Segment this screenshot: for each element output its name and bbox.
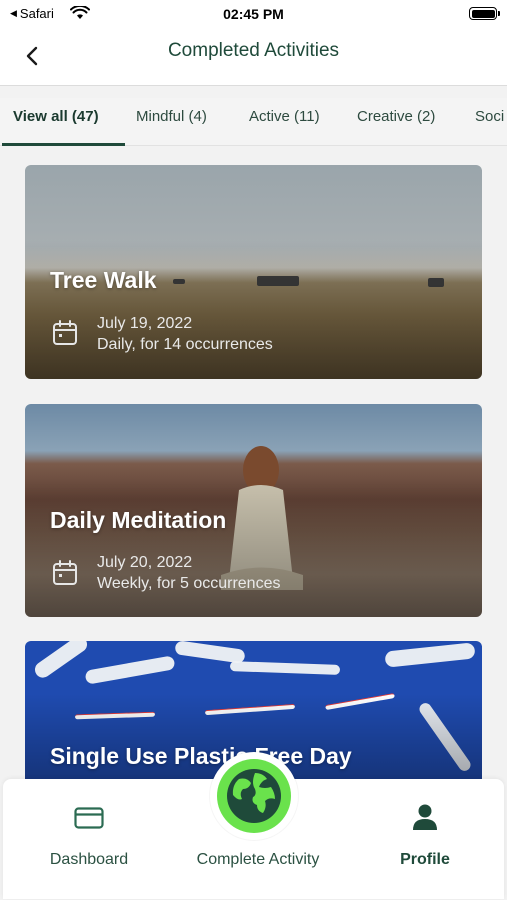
activity-title: Tree Walk (50, 267, 157, 293)
activity-frequency: Daily, for 14 occurrences (97, 336, 273, 353)
nav-profile[interactable]: Profile (381, 779, 469, 889)
calendar-icon (53, 560, 77, 585)
tab-active[interactable]: Active (11) (249, 108, 320, 125)
status-bar: ◀ Safari 02:45 PM (0, 0, 507, 28)
status-time: 02:45 PM (223, 6, 284, 22)
activity-frequency: Weekly, for 5 occurrences (97, 575, 281, 592)
activity-card-tree-walk[interactable]: Tree Walk July 19, 2022 Daily, for 14 oc… (25, 165, 482, 379)
calendar-icon (53, 320, 77, 345)
activity-date: July 20, 2022 (97, 554, 193, 571)
globe-icon (227, 769, 281, 823)
page-title: Completed Activities (167, 40, 340, 61)
nav-dashboard[interactable]: Dashboard (35, 779, 143, 889)
tab-creative[interactable]: Creative (2) (357, 108, 435, 125)
user-icon (413, 804, 437, 830)
active-tab-indicator (2, 143, 125, 146)
tab-social[interactable]: Soci (475, 108, 504, 125)
nav-dashboard-label: Dashboard (49, 851, 129, 868)
activity-date: July 19, 2022 (97, 315, 193, 332)
battery-icon (469, 7, 500, 20)
nav-bar: Completed Activities (0, 28, 507, 86)
tab-view-all[interactable]: View all (47) (13, 108, 99, 125)
activity-title: Daily Meditation (50, 507, 227, 533)
tab-mindful[interactable]: Mindful (4) (136, 108, 207, 125)
nav-profile-label: Profile (400, 851, 450, 868)
activity-title: Single Use Plastic Free Day (50, 743, 352, 769)
complete-activity-fab[interactable] (210, 752, 298, 840)
activity-card-daily-meditation[interactable]: Daily Meditation July 20, 2022 Weekly, f… (25, 404, 482, 617)
dashboard-card-icon (74, 807, 104, 829)
category-tabs: View all (47) Mindful (4) Active (11) Cr… (0, 98, 507, 146)
nav-complete-activity-label: Complete Activity (196, 851, 320, 868)
